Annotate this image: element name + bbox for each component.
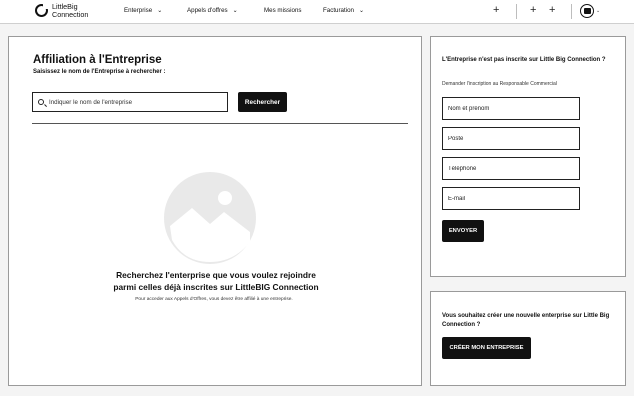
chevron-down-icon[interactable]: ⌄ xyxy=(596,8,600,14)
signup-title: L'Entreprise n'est pas inscrite sur Litt… xyxy=(442,57,606,63)
image-icon xyxy=(583,8,591,14)
empty-state-line2: parmi celles déjà inscrites sur LittleBI… xyxy=(113,282,319,292)
section-divider xyxy=(32,123,408,124)
chevron-down-icon: ⌄ xyxy=(232,7,238,14)
create-title: Vous souhaitez créer une nouvelle enterp… xyxy=(442,313,610,328)
nav-facturation-label: Facturation xyxy=(323,7,354,14)
top-navigation: LittleBig Connection Enterprise ⌄ Appels… xyxy=(0,0,634,24)
signup-subtitle: Demander l'inscription au Responsable Co… xyxy=(442,81,557,87)
send-button[interactable]: ENVOYER xyxy=(442,220,484,242)
empty-state-message: Recherchez l'enterprise que vous voulez … xyxy=(9,269,423,293)
empty-state-line1: Recherchez l'enterprise que vous voulez … xyxy=(116,270,316,280)
nav-facturation[interactable]: Facturation ⌄ xyxy=(323,7,364,14)
nav-appels-offres-label: Appels d'offres xyxy=(187,7,228,14)
logo-mark-icon xyxy=(35,3,49,17)
empty-state-note: Pour acceder aux Appels d'Offres, vous d… xyxy=(135,297,293,302)
logo-line2: Connection xyxy=(52,9,89,19)
chevron-down-icon: ⌄ xyxy=(157,7,163,14)
nav-enterprise-label: Enterprise xyxy=(124,7,153,14)
search-icon xyxy=(38,99,44,105)
app-logo[interactable]: LittleBig Connection xyxy=(35,3,88,18)
phone-field[interactable] xyxy=(442,157,580,180)
search-box[interactable] xyxy=(32,92,228,112)
avatar[interactable] xyxy=(580,4,594,18)
create-enterprise-card: Vous souhaitez créer une nouvelle enterp… xyxy=(430,291,626,386)
plus-icon[interactable]: + xyxy=(530,5,536,16)
empty-state-image-icon xyxy=(164,172,256,264)
create-enterprise-button[interactable]: CRÉER MON ENTREPRISE xyxy=(442,337,531,359)
affiliation-card: Affiliation à l'Entreprise Saisissez le … xyxy=(8,36,422,386)
plus-icon[interactable]: + xyxy=(549,5,555,16)
search-button[interactable]: Rechercher xyxy=(238,92,287,112)
signup-request-card: L'Entreprise n'est pas inscrite sur Litt… xyxy=(430,36,626,277)
nav-divider xyxy=(571,4,572,19)
search-input[interactable] xyxy=(49,98,219,106)
role-field[interactable] xyxy=(442,127,580,150)
chevron-down-icon: ⌄ xyxy=(358,7,364,14)
nav-divider xyxy=(516,4,517,19)
email-field[interactable] xyxy=(442,187,580,210)
plus-icon[interactable]: + xyxy=(493,5,499,16)
nav-appels-offres[interactable]: Appels d'offres ⌄ xyxy=(187,7,238,14)
name-field[interactable] xyxy=(442,97,580,120)
page-title: Affiliation à l'Entreprise xyxy=(33,54,162,66)
nav-mes-missions[interactable]: Mes missions xyxy=(264,7,301,14)
nav-mes-missions-label: Mes missions xyxy=(264,7,302,14)
nav-enterprise[interactable]: Enterprise ⌄ xyxy=(124,7,162,14)
search-instruction: Saisissez le nom de l'Entreprise à reche… xyxy=(33,69,166,75)
